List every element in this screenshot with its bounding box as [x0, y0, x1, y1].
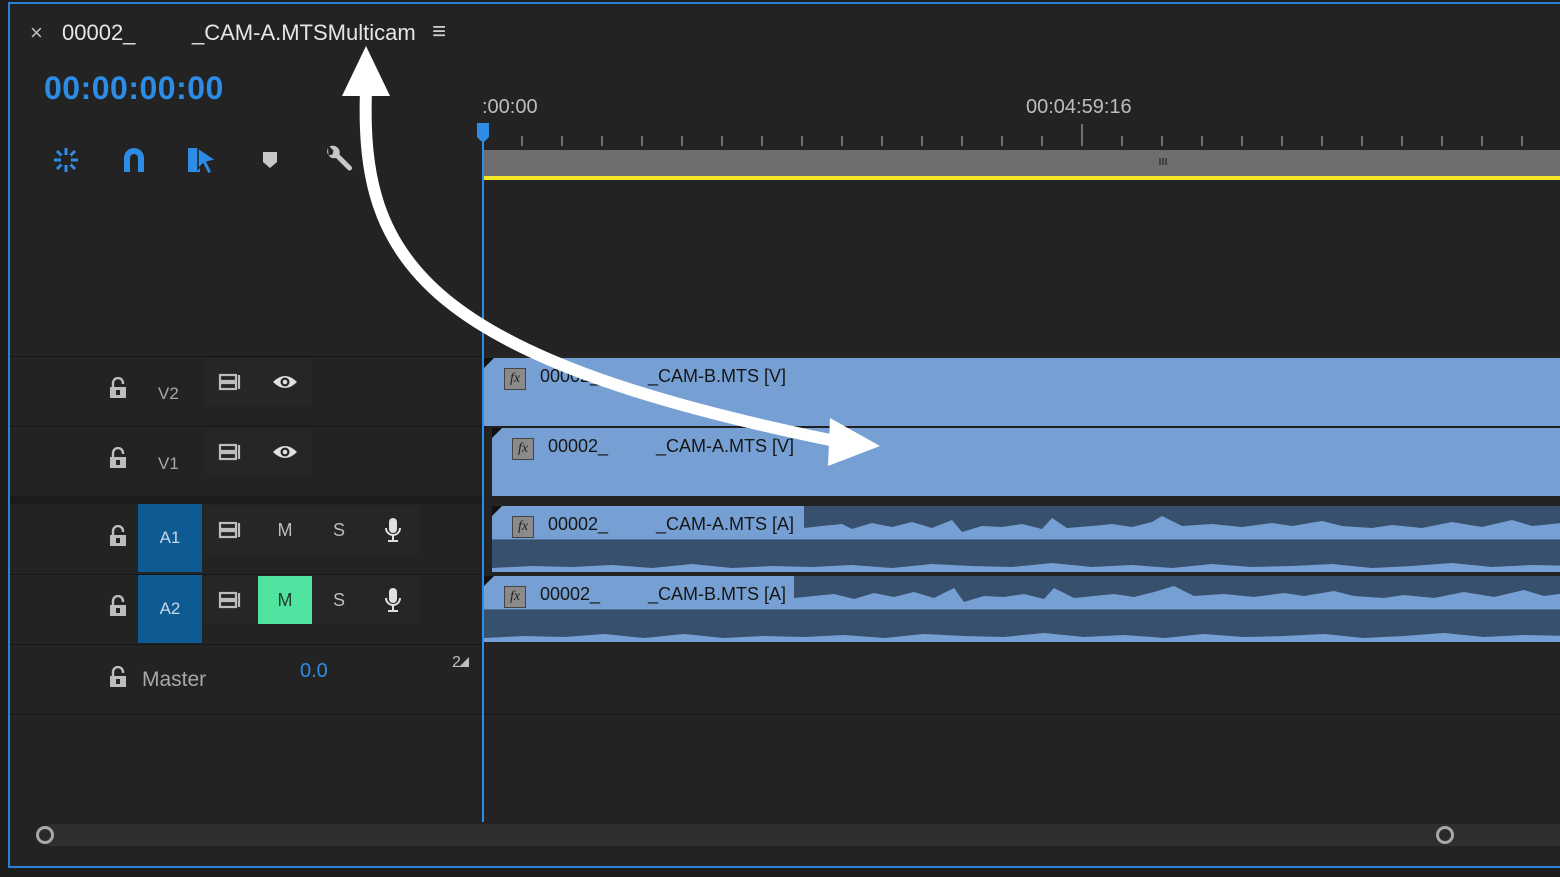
annotation-arrow-icon [342, 46, 880, 466]
